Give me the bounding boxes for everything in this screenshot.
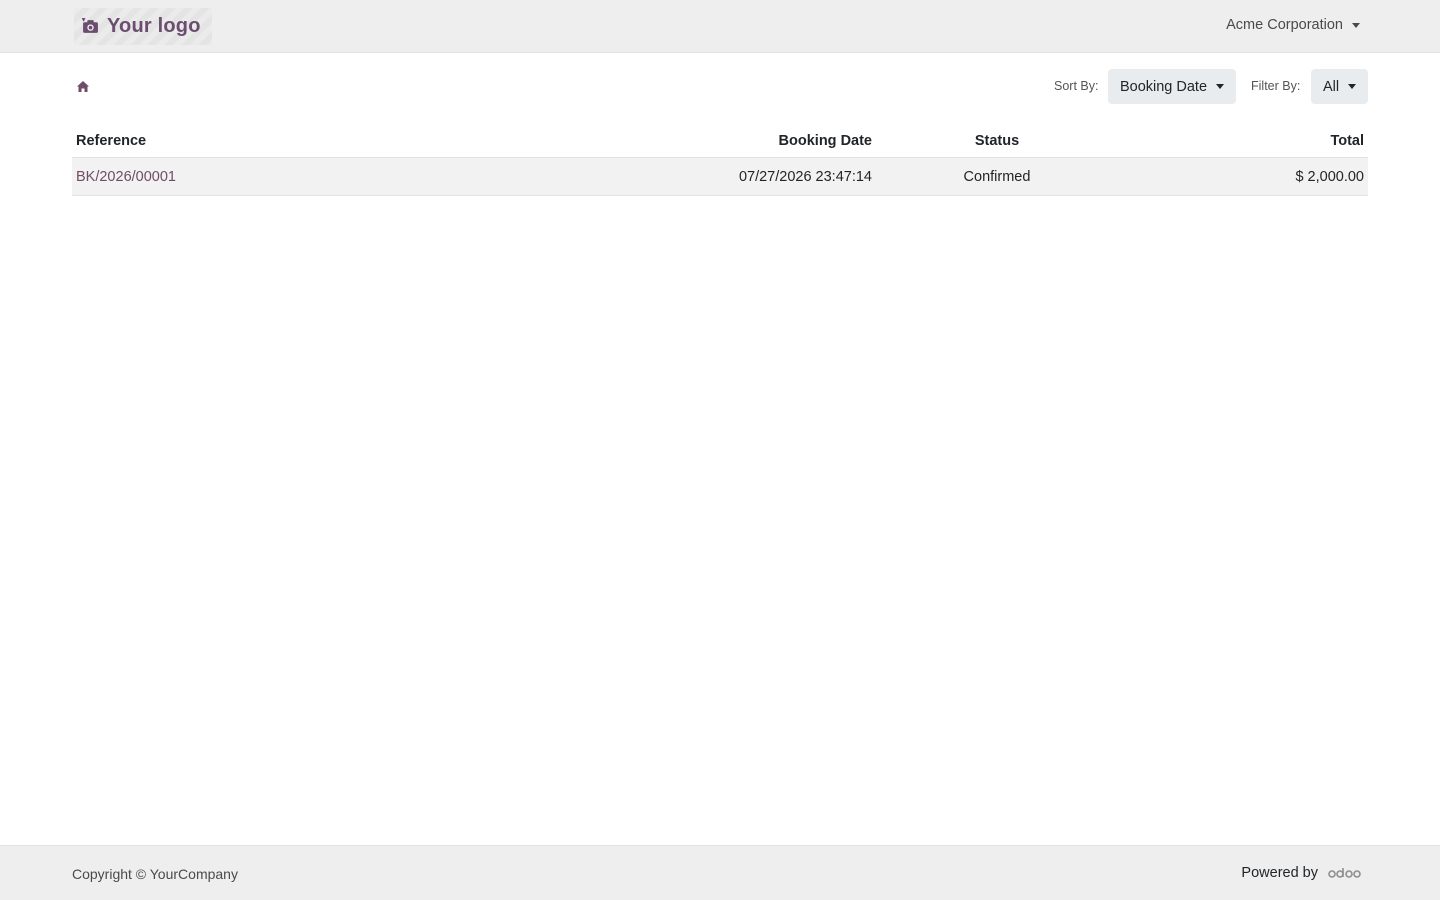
company-name: Acme Corporation [1226,17,1343,33]
column-header-reference: Reference [76,132,147,149]
logo-text: Your logo [107,15,201,37]
column-header-booking-date: Booking Date [778,132,872,149]
column-header-total: Total [1330,132,1364,149]
sort-by-value: Booking Date [1119,78,1208,95]
sort-by-label: Sort By: [1054,79,1099,93]
filter-by-label: Filter By: [1251,79,1301,93]
footer: Copyright © YourCompany Powered by [0,845,1440,900]
status-cell: Confirmed [963,168,1031,185]
copyright-text: Copyright © YourCompany [72,866,238,882]
top-navbar: Your logo Acme Corporation [0,0,1440,53]
powered-by: Powered by [1241,865,1362,881]
table-row[interactable]: BK/2026/00001 07/27/2026 23:47:14 Confir… [72,158,1368,196]
booking-date-cell: 07/27/2026 23:47:14 [738,168,872,185]
sort-by-dropdown[interactable]: Booking Date [1108,69,1236,104]
booking-reference-link[interactable]: BK/2026/00001 [76,169,176,185]
bookings-table: Reference Booking Date Status Total BK/2… [72,124,1368,196]
home-icon[interactable] [76,80,90,93]
column-header-status: Status [974,132,1020,149]
odoo-logo-icon[interactable] [1328,866,1362,880]
reference-cell: BK/2026/00001 [76,158,176,195]
filter-by-value: All [1322,78,1340,95]
powered-by-text: Powered by [1241,865,1318,881]
chevron-down-icon [1352,22,1360,28]
table-header: Reference Booking Date Status Total [72,124,1368,158]
filter-by-dropdown[interactable]: All [1311,69,1368,104]
company-logo[interactable]: Your logo [74,8,212,45]
camera-icon [82,18,98,33]
chevron-down-icon [1216,84,1225,89]
total-cell: $ 2,000.00 [1295,168,1364,185]
chevron-down-icon [1348,84,1357,89]
company-dropdown[interactable]: Acme Corporation [1226,17,1360,33]
